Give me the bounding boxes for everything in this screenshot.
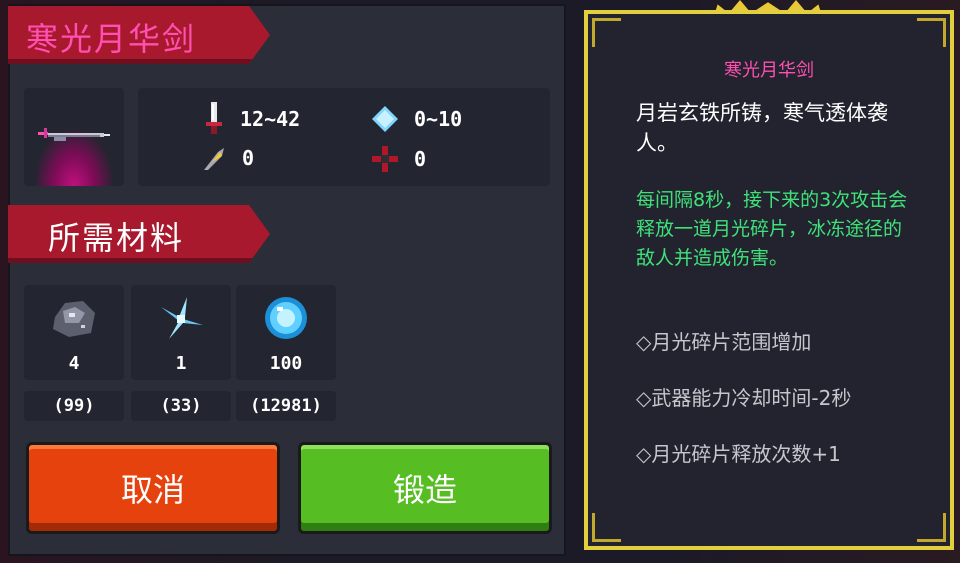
materials-ribbon: 所需材料	[8, 205, 270, 263]
forge-button[interactable]: 锻造	[298, 442, 552, 534]
iron-ore-icon	[53, 301, 95, 337]
sword-icon	[38, 128, 110, 141]
weapon-name: 寒光月华剑	[26, 21, 197, 57]
detail-bonus: ◇武器能力冷却时间-2秒	[636, 386, 852, 410]
damage-value: 12~42	[240, 107, 301, 131]
detail-title: 寒光月华剑	[724, 60, 814, 81]
corner-ornament	[592, 513, 621, 542]
crit-value: 0	[242, 146, 255, 170]
material-owned: (33)	[131, 391, 231, 421]
detail-bonus: ◇月光碎片范围增加	[636, 330, 812, 354]
material-count: 1	[175, 353, 187, 374]
stat-accuracy: 0	[370, 144, 426, 174]
blue-gem-icon	[265, 297, 307, 339]
weapon-preview[interactable]	[24, 88, 124, 186]
cancel-button[interactable]: 取消	[26, 442, 280, 534]
weapon-name-ribbon: 寒光月华剑	[8, 6, 270, 64]
stat-crit: 0	[200, 144, 254, 172]
corner-ornament	[917, 18, 946, 47]
material-slot[interactable]: 4	[24, 285, 124, 380]
energy-diamond-icon	[372, 106, 398, 132]
weapon-detail-panel: 寒光月华剑 月岩玄铁所铸，寒气透体袭人。 每间隔8秒，接下来的3次攻击会释放一道…	[584, 10, 954, 550]
energy-value: 0~10	[414, 107, 463, 131]
detail-effect: 每间隔8秒，接下来的3次攻击会释放一道月光碎片，冰冻途径的敌人并造成伤害。	[636, 189, 908, 269]
sword-damage-icon	[206, 102, 222, 134]
stat-damage: 12~42	[202, 102, 300, 136]
detail-bonus: ◇月光碎片释放次数+1	[636, 442, 841, 466]
corner-ornament	[592, 18, 621, 47]
stat-energy: 0~10	[370, 104, 462, 134]
material-owned: (99)	[24, 391, 124, 421]
materials-header: 所需材料	[48, 220, 185, 256]
material-count: 100	[269, 353, 303, 374]
crosshair-icon	[372, 146, 398, 172]
material-count: 4	[68, 353, 80, 374]
crystal-shard-icon	[161, 297, 203, 339]
material-owned: (12981)	[236, 391, 336, 421]
material-slot[interactable]: 100	[236, 285, 336, 380]
corner-ornament	[917, 513, 946, 542]
stats-box: 12~42 0~10 0 0	[138, 88, 550, 186]
crit-bullet-icon	[204, 148, 224, 170]
material-slot[interactable]: 1	[131, 285, 231, 380]
accuracy-value: 0	[414, 147, 427, 171]
detail-description: 月岩玄铁所铸，寒气透体袭人。	[636, 101, 888, 155]
